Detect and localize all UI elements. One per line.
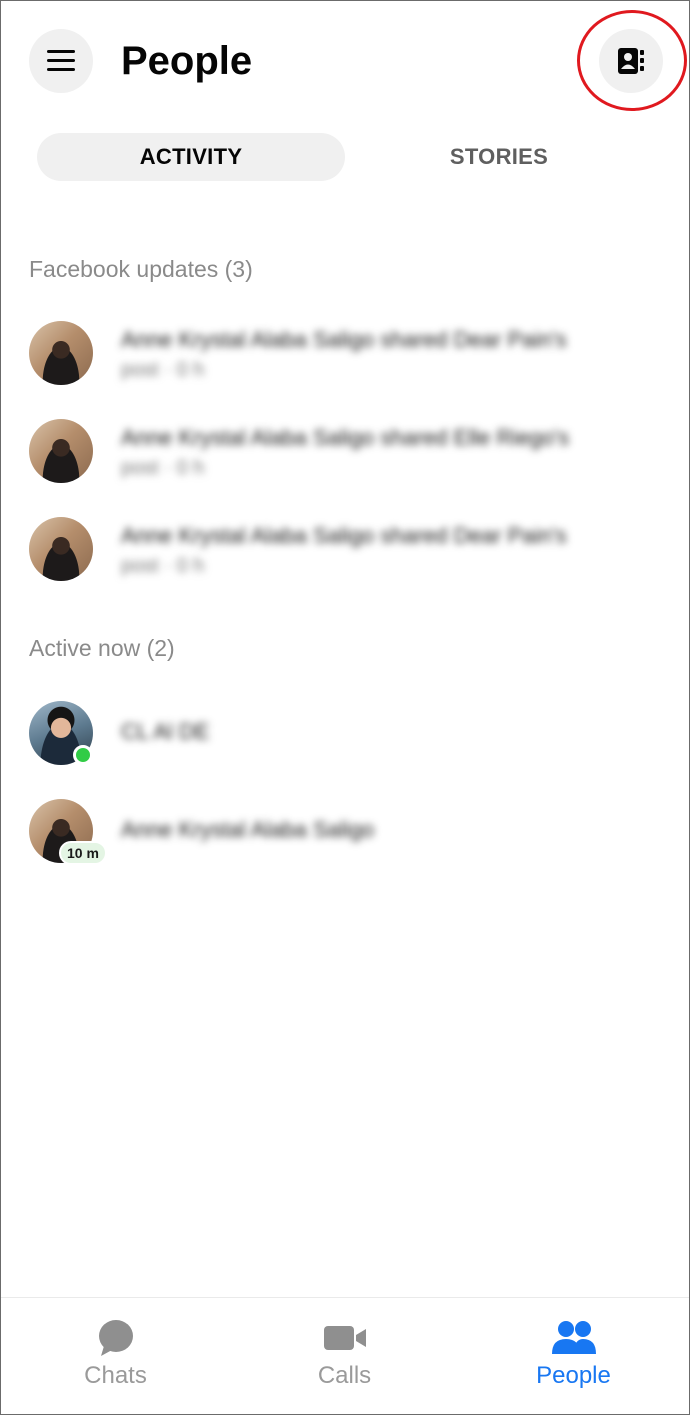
contact-name: Anne Krystal Alaba Saligo (121, 817, 375, 842)
nav-calls[interactable]: Calls (230, 1298, 459, 1415)
page-title: People (121, 39, 253, 83)
facebook-updates-heading: Facebook updates (3) (29, 256, 253, 282)
update-subtext: post · 0 h (121, 359, 205, 381)
highlight-annotation-circle (577, 10, 687, 111)
app-header: People (1, 1, 689, 121)
update-text: Anne Krystal Alaba Saligo shared Elle Ri… (121, 425, 570, 450)
tab-stories[interactable]: STORIES (345, 133, 653, 181)
update-subtext: post · 0 h (121, 457, 205, 479)
people-tabs: ACTIVITY STORIES (37, 133, 657, 181)
people-icon (551, 1321, 596, 1354)
active-contact-row[interactable]: CL Al DE (29, 701, 669, 767)
nav-label: Calls (317, 1362, 372, 1389)
online-status-dot (73, 745, 93, 765)
update-subtext: post · 0 h (121, 555, 205, 577)
menu-button[interactable] (29, 29, 93, 93)
avatar (29, 419, 93, 483)
chat-bubble-icon (98, 1320, 133, 1356)
active-now-heading: Active now (2) (29, 635, 175, 661)
nav-chats[interactable]: Chats (1, 1298, 230, 1415)
bottom-navigation: Chats Calls People (1, 1297, 689, 1414)
active-contact-row[interactable]: 10 m Anne Krystal Alaba Saligo (29, 799, 669, 865)
nav-people[interactable]: People (459, 1298, 688, 1415)
last-active-badge: 10 m (59, 841, 107, 865)
update-row[interactable]: Anne Krystal Alaba Saligo shared Elle Ri… (29, 419, 669, 485)
nav-label: People (536, 1362, 611, 1389)
video-camera-icon (323, 1326, 366, 1350)
avatar (29, 321, 93, 385)
update-row[interactable]: Anne Krystal Alaba Saligo shared Dear Pa… (29, 321, 669, 387)
update-text: Anne Krystal Alaba Saligo shared Dear Pa… (121, 523, 567, 548)
nav-label: Chats (84, 1362, 147, 1389)
update-row[interactable]: Anne Krystal Alaba Saligo shared Dear Pa… (29, 517, 669, 583)
update-text: Anne Krystal Alaba Saligo shared Dear Pa… (121, 327, 567, 352)
tab-activity[interactable]: ACTIVITY (37, 133, 345, 181)
avatar (29, 517, 93, 581)
contact-name: CL Al DE (121, 719, 210, 744)
